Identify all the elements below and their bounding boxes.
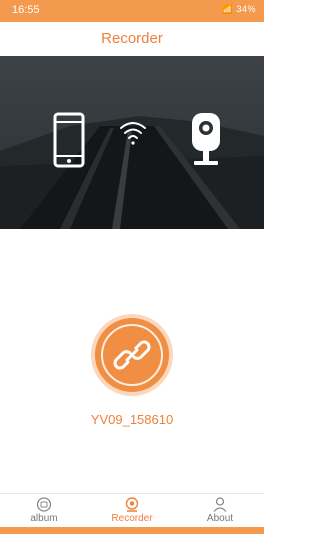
status-bar: 16:55 📶 34%: [0, 0, 264, 22]
status-time: 16:55: [12, 4, 40, 16]
hero-banner: [0, 56, 264, 229]
nav-item-about[interactable]: About: [176, 496, 264, 525]
nav-item-album[interactable]: album: [0, 496, 88, 525]
nav-label-recorder: Recorder: [111, 513, 153, 524]
link-icon: [101, 324, 163, 386]
title-bar: Recorder: [0, 22, 264, 56]
battery-level: 34%: [236, 4, 256, 14]
nav-item-recorder[interactable]: Recorder: [88, 496, 176, 525]
nav-label-album: album: [30, 513, 58, 524]
album-icon: [36, 497, 52, 512]
person-icon: [213, 497, 227, 512]
bottom-nav: album Recorder About: [0, 493, 264, 528]
page-title: Recorder: [101, 30, 163, 47]
recorder-icon: [125, 497, 139, 512]
status-icons: 📶 34%: [221, 4, 256, 14]
connect-link-button[interactable]: [95, 318, 169, 392]
bottom-strip: [0, 527, 264, 534]
road-illustration: [0, 56, 264, 229]
nav-label-about: About: [206, 513, 234, 524]
device-name: YV09_158610: [90, 412, 174, 427]
